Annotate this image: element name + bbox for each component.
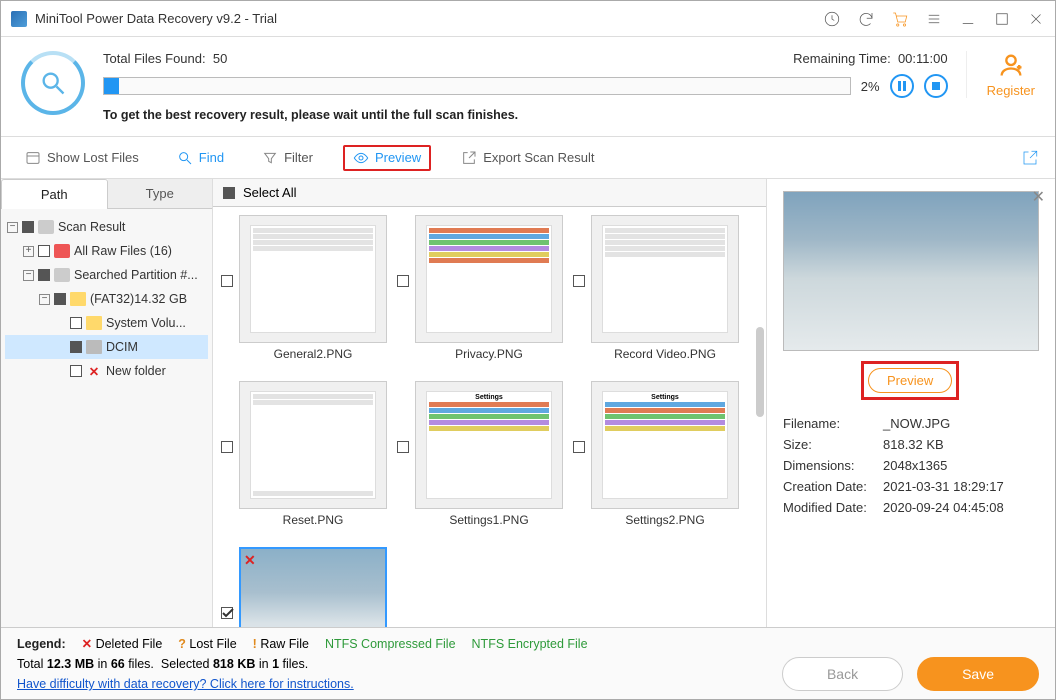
cart-icon[interactable]: [891, 10, 909, 28]
scan-header: Total Files Found: 50 Remaining Time: 00…: [1, 37, 1055, 137]
thumb-settings1[interactable]: SettingsSettings1.PNG: [397, 381, 565, 529]
meta-filename-label: Filename:: [783, 416, 883, 431]
share-icon[interactable]: [1021, 149, 1039, 167]
thumb-general2[interactable]: General2.PNG: [221, 215, 389, 363]
tree-dcim[interactable]: DCIM: [5, 335, 208, 359]
maximize-icon[interactable]: [993, 10, 1011, 28]
progress-bar: [103, 77, 851, 95]
progress-fill: [104, 78, 119, 94]
tab-type[interactable]: Type: [108, 179, 213, 209]
center-pane: Select All General2.PNG Privacy.PNG Reco…: [213, 179, 767, 627]
footer-totals: Total 12.3 MB in 66 files. Selected 818 …: [17, 657, 354, 671]
close-preview-icon[interactable]: ✕: [1032, 187, 1045, 207]
thumb-reset[interactable]: Reset.PNG: [221, 381, 389, 529]
remaining-label: Remaining Time:: [793, 51, 891, 66]
find-button[interactable]: Find: [169, 146, 232, 170]
preview-image: [783, 191, 1039, 351]
file-metadata: Filename:_NOW.JPG Size:818.32 KB Dimensi…: [783, 416, 1039, 515]
remaining-value: 00:11:00: [898, 51, 948, 66]
scan-message: To get the best recovery result, please …: [103, 108, 948, 122]
deleted-marker-icon: ✕: [244, 552, 256, 569]
close-icon[interactable]: [1027, 10, 1045, 28]
meta-modified-label: Modified Date:: [783, 500, 883, 515]
progress-percent: 2%: [861, 79, 880, 94]
thumbnail-area: General2.PNG Privacy.PNG Record Video.PN…: [213, 207, 766, 627]
tree-fat32[interactable]: −(FAT32)14.32 GB: [5, 287, 208, 311]
tab-path[interactable]: Path: [1, 179, 108, 209]
help-link[interactable]: Have difficulty with data recovery? Clic…: [17, 677, 354, 691]
legend: Legend: ✕ Deleted File ? Lost File ! Raw…: [17, 636, 1039, 651]
thumb-now-jpg[interactable]: ✕_NOW.JPG: [221, 547, 389, 627]
window-title: MiniTool Power Data Recovery v9.2 - Tria…: [35, 11, 823, 26]
titlebar: MiniTool Power Data Recovery v9.2 - Tria…: [1, 1, 1055, 37]
preview-button-highlight: Preview: [861, 361, 959, 400]
preview-pane: ✕ Preview Filename:_NOW.JPG Size:818.32 …: [767, 179, 1055, 627]
app-logo-icon: [11, 11, 27, 27]
scan-spinner-icon: [21, 51, 85, 115]
main-area: Path Type −Scan Result +All Raw Files (1…: [1, 179, 1055, 627]
history-icon[interactable]: [823, 10, 841, 28]
meta-size-value: 818.32 KB: [883, 437, 944, 452]
tree-all-raw-files[interactable]: +All Raw Files (16): [5, 239, 208, 263]
select-all-row[interactable]: Select All: [213, 179, 766, 207]
register-button[interactable]: Register: [966, 51, 1035, 98]
meta-dimensions-label: Dimensions:: [783, 458, 883, 473]
save-button[interactable]: Save: [917, 657, 1039, 691]
tree-searched-partition[interactable]: −Searched Partition #...: [5, 263, 208, 287]
legend-label: Legend:: [17, 637, 66, 651]
tree-scan-result[interactable]: −Scan Result: [5, 215, 208, 239]
meta-dimensions-value: 2048x1365: [883, 458, 947, 473]
scrollbar-vertical[interactable]: [756, 327, 764, 417]
thumb-settings2[interactable]: SettingsSettings2.PNG: [573, 381, 741, 529]
footer: Legend: ✕ Deleted File ? Lost File ! Raw…: [1, 627, 1055, 699]
menu-icon[interactable]: [925, 10, 943, 28]
preview-toolbar-button[interactable]: Preview: [343, 145, 431, 171]
toolbar: Show Lost Files Find Filter Preview Expo…: [1, 137, 1055, 179]
legend-ntfs-encrypted: NTFS Encrypted File: [472, 637, 588, 651]
tree-new-folder[interactable]: ✕New folder: [5, 359, 208, 383]
files-found-label: Total Files Found:: [103, 51, 206, 66]
stop-button[interactable]: [924, 74, 948, 98]
tree-system-volume[interactable]: System Volu...: [5, 311, 208, 335]
thumb-record-video[interactable]: Record Video.PNG: [573, 215, 741, 363]
meta-creation-value: 2021-03-31 18:29:17: [883, 479, 1004, 494]
meta-filename-value: _NOW.JPG: [883, 416, 950, 431]
show-lost-files-button[interactable]: Show Lost Files: [17, 146, 147, 170]
tree: −Scan Result +All Raw Files (16) −Search…: [1, 209, 212, 389]
left-pane: Path Type −Scan Result +All Raw Files (1…: [1, 179, 213, 627]
refresh-icon[interactable]: [857, 10, 875, 28]
files-found-value: 50: [213, 51, 227, 66]
back-button[interactable]: Back: [782, 657, 903, 691]
meta-size-label: Size:: [783, 437, 883, 452]
export-button[interactable]: Export Scan Result: [453, 146, 602, 170]
filter-button[interactable]: Filter: [254, 146, 321, 170]
legend-ntfs-compressed: NTFS Compressed File: [325, 637, 456, 651]
thumb-privacy[interactable]: Privacy.PNG: [397, 215, 565, 363]
meta-modified-value: 2020-09-24 04:45:08: [883, 500, 1004, 515]
preview-button[interactable]: Preview: [868, 368, 952, 393]
pause-button[interactable]: [890, 74, 914, 98]
minimize-icon[interactable]: [959, 10, 977, 28]
meta-creation-label: Creation Date:: [783, 479, 883, 494]
